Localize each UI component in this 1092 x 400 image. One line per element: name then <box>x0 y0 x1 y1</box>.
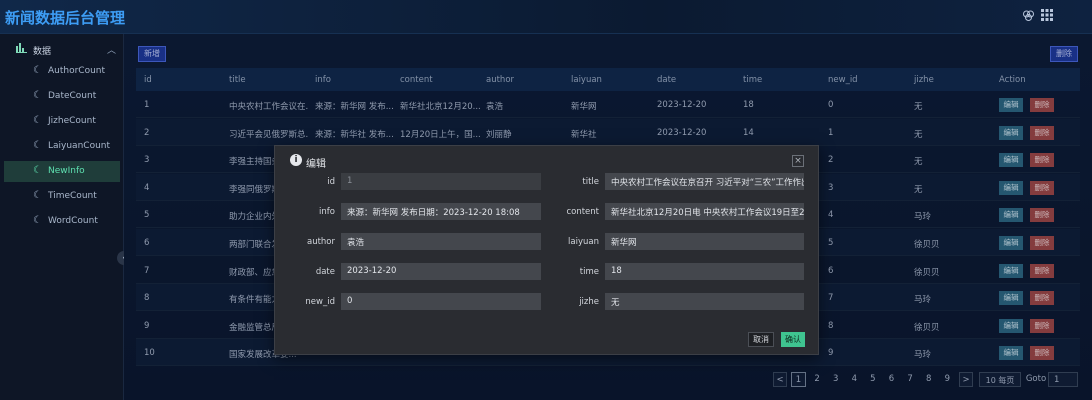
field-label-author: author <box>306 237 335 247</box>
jizhe-field[interactable]: 无 <box>605 293 804 310</box>
app-title: 新闻数据后台管理 <box>5 9 126 27</box>
sidebar-item-timecount[interactable]: ☾ TimeCount <box>4 186 120 207</box>
grid-icon[interactable] <box>1040 9 1054 23</box>
sidebar-item-label: WordCount <box>48 216 98 226</box>
cancel-button[interactable]: 取消 <box>748 332 774 347</box>
field-label-date: date <box>315 267 335 277</box>
title-field[interactable]: 中央农村工作会议在京召开 习近平对“三农”工作作出重要指 <box>605 173 804 190</box>
chart-icon <box>16 43 27 56</box>
field-label-content: content <box>566 207 599 217</box>
moon-icon: ☾ <box>33 165 42 176</box>
time-field[interactable]: 18 <box>605 263 804 280</box>
date-field[interactable]: 2023-12-20 <box>341 263 541 280</box>
dialog-title: 编辑 <box>306 159 326 170</box>
new-id-field[interactable]: 0 <box>341 293 541 310</box>
sidebar-item-label: TimeCount <box>48 191 97 201</box>
close-icon[interactable]: × <box>792 155 804 167</box>
field-label-new-id: new_id <box>305 297 335 307</box>
sidebar-item-label: LaiyuanCount <box>48 141 111 151</box>
sidebar-item-jizhecount[interactable]: ☾ JizheCount <box>4 111 120 132</box>
sidebar-item-authorcount[interactable]: ☾ AuthorCount <box>4 61 120 82</box>
moon-icon: ☾ <box>33 90 42 101</box>
moon-icon: ☾ <box>33 215 42 226</box>
laiyuan-field[interactable]: 新华网 <box>605 233 804 250</box>
info-icon: i <box>290 154 302 166</box>
info-field[interactable]: 来源：新华网 发布日期：2023-12-20 18:08 <box>341 203 541 220</box>
app-header: 新闻数据后台管理 <box>0 0 1092 34</box>
sidebar-item-wordcount[interactable]: ☾ WordCount <box>4 211 120 232</box>
confirm-button[interactable]: 确认 <box>781 332 805 347</box>
palette-icon[interactable] <box>1021 9 1035 23</box>
field-label-info: info <box>319 207 335 217</box>
moon-icon: ☾ <box>33 65 42 76</box>
field-label-jizhe: jizhe <box>579 297 599 307</box>
sidebar: 数据 ︿ ☾ AuthorCount ☾ DateCount ☾ JizheCount ☾ L… <box>0 34 124 400</box>
sidebar-item-datecount[interactable]: ☾ DateCount <box>4 86 120 107</box>
moon-icon: ☾ <box>33 140 42 151</box>
sidebar-item-label: NewInfo <box>48 166 85 176</box>
sidebar-item-newinfo[interactable]: ☾ NewInfo <box>4 161 120 182</box>
chevron-up-icon: ︿ <box>106 46 116 56</box>
sidebar-group-data[interactable]: 数据 ︿ <box>0 37 124 61</box>
sidebar-group-label: 数据 <box>33 47 52 57</box>
edit-dialog: i 编辑 × id 1 info 来源：新华网 发布日期：2023-12-20 … <box>274 145 819 355</box>
field-label-time: time <box>579 267 599 277</box>
content-field[interactable]: 新华社北京12月20日电 中央农村工作会议19日至20日在北 <box>605 203 804 220</box>
sidebar-item-label: JizheCount <box>48 116 96 126</box>
moon-icon: ☾ <box>33 190 42 201</box>
field-label-title: title <box>582 177 599 187</box>
sidebar-item-label: DateCount <box>48 91 97 101</box>
moon-icon: ☾ <box>33 115 42 126</box>
id-field: 1 <box>341 173 541 190</box>
sidebar-item-laiyuancount[interactable]: ☾ LaiyuanCount <box>4 136 120 157</box>
sidebar-item-label: AuthorCount <box>48 66 106 76</box>
author-field[interactable]: 袁浩 <box>341 233 541 250</box>
field-label-id: id <box>327 177 335 187</box>
field-label-laiyuan: laiyuan <box>568 237 599 247</box>
